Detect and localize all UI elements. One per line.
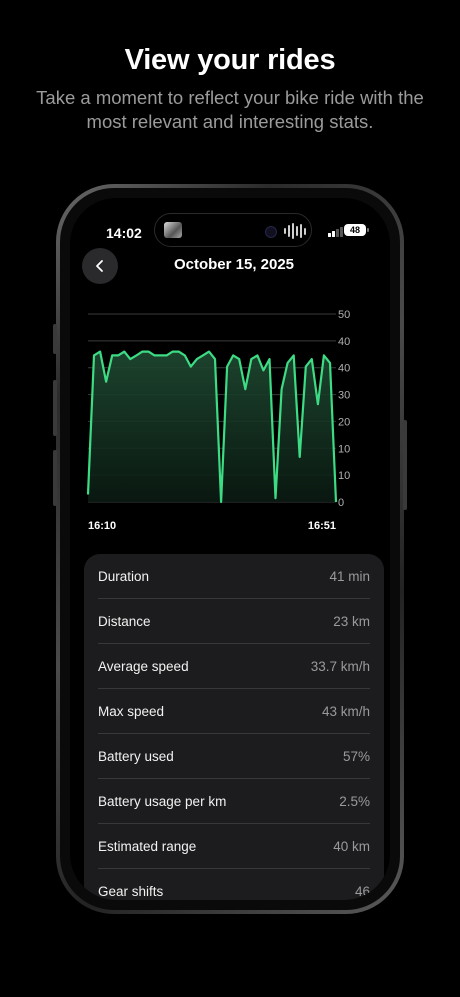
- stat-label: Distance: [98, 613, 151, 629]
- stat-value: 46: [354, 883, 370, 899]
- stat-value: 40 km: [333, 838, 370, 854]
- stat-label: Gear shifts: [98, 883, 164, 899]
- stat-row: Gear shifts 46: [98, 868, 370, 900]
- stat-label: Max speed: [98, 703, 165, 719]
- stat-value: 57%: [342, 748, 370, 764]
- phone-frame: 14:02 48 October 15, 2025 50 40 40 30 20…: [53, 184, 407, 914]
- y-tick-label: 20: [338, 416, 350, 428]
- promo-headline: View your rides: [124, 44, 336, 76]
- stat-label: Estimated range: [98, 838, 197, 854]
- volume-up-button: [53, 380, 57, 436]
- stat-label: Battery usage per km: [98, 793, 227, 809]
- stat-value: 2.5%: [339, 793, 370, 809]
- stat-row: Battery usage per km 2.5%: [98, 778, 370, 823]
- volume-down-button: [53, 450, 57, 506]
- battery-tip-icon: [367, 228, 369, 232]
- x-axis-end-label: 16:51: [308, 520, 336, 532]
- y-tick-label: 30: [338, 390, 350, 402]
- stat-row: Battery used 57%: [98, 733, 370, 778]
- cellular-signal-icon: [328, 227, 343, 237]
- audio-waveform-icon: [284, 223, 306, 239]
- y-tick-label: 0: [338, 497, 344, 509]
- y-tick-label: 10: [338, 443, 350, 455]
- battery-level: 48: [344, 224, 366, 236]
- y-tick-label: 40: [338, 336, 350, 348]
- stat-value: 41 min: [329, 568, 370, 584]
- status-time: 14:02: [106, 225, 142, 241]
- x-axis-start-label: 16:10: [88, 520, 116, 532]
- promo-subline: Take a moment to reflect your bike ride …: [36, 87, 424, 132]
- stat-value: 43 km/h: [321, 703, 370, 719]
- stat-row: Average speed 33.7 km/h: [98, 643, 370, 688]
- speed-chart: 50 40 40 30 20 10 10 0 16:10 16:51: [86, 309, 350, 532]
- stat-row: Distance 23 km: [98, 598, 370, 643]
- ride-stats-card: Duration 41 min Distance 23 km Average speed…: [84, 554, 384, 900]
- y-tick-label: 50: [338, 309, 350, 321]
- now-playing-artwork-icon: [164, 222, 182, 238]
- stat-value: 23 km: [333, 613, 370, 629]
- stat-label: Average speed: [98, 658, 189, 674]
- stat-row: Estimated range 40 km: [98, 823, 370, 868]
- camera-icon: [265, 226, 277, 238]
- y-tick-label: 40: [338, 363, 350, 375]
- action-button: [53, 324, 57, 354]
- ride-date-title: October 15, 2025: [173, 256, 295, 273]
- power-button: [403, 420, 407, 510]
- app-screen: 14:02 48 October 15, 2025 50 40 40 30 20…: [70, 198, 390, 900]
- stat-row: Duration 41 min: [98, 554, 370, 598]
- chart-y-ticks: 50 40 40 30 20 10 10 0: [338, 309, 350, 509]
- y-tick-label: 10: [338, 470, 350, 482]
- stat-row: Max speed 43 km/h: [98, 688, 370, 733]
- stat-label: Battery used: [98, 748, 174, 764]
- stat-value: 33.7 km/h: [310, 658, 370, 674]
- chart-area: [86, 350, 338, 504]
- dynamic-island[interactable]: [154, 213, 312, 247]
- stat-label: Duration: [98, 568, 150, 584]
